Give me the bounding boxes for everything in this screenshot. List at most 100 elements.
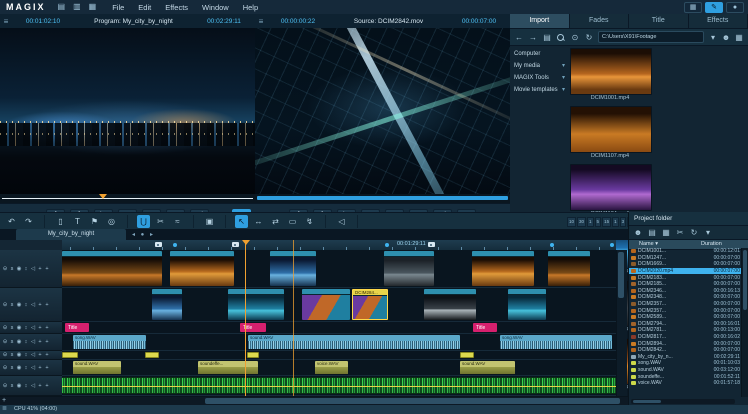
clip[interactable]: soundeffe... <box>198 361 258 374</box>
source-scrub-bar[interactable] <box>255 194 510 203</box>
automation-icon[interactable]: + <box>44 365 50 371</box>
automation-icon[interactable]: + <box>44 383 50 389</box>
help-icon[interactable]: ● <box>726 2 744 13</box>
menu-item-file[interactable]: File <box>112 3 124 12</box>
clip[interactable]: Title <box>240 323 266 332</box>
resize-icon[interactable]: ↕ <box>23 339 29 345</box>
new-folder-icon[interactable]: ▤ <box>647 228 657 237</box>
mute-icon[interactable]: ◁ <box>30 266 36 272</box>
clip[interactable] <box>460 352 474 358</box>
chapter-marker-icon[interactable] <box>385 243 389 247</box>
file-row[interactable]: sound.WAV00:03:12:00 <box>629 367 742 374</box>
movie-tab[interactable]: My_city_by_night <box>16 229 126 240</box>
zoom-preset[interactable]: 1 <box>612 217 619 227</box>
file-row[interactable]: DCIM2817...00:00:16:02 <box>629 334 742 341</box>
playhead[interactable] <box>245 240 246 396</box>
fx-icon[interactable]: + <box>37 339 43 345</box>
fx-icon[interactable]: + <box>37 352 43 358</box>
file-row[interactable]: DCIM2020.mp400:00:07:00 <box>629 268 742 275</box>
lock-icon[interactable]: ⊝ <box>2 339 8 345</box>
tree-view-icon[interactable]: ▤ <box>542 33 552 42</box>
resize-icon[interactable]: ↕ <box>23 302 29 308</box>
fade-curve-icon[interactable]: ≈ <box>171 215 184 228</box>
mute-icon[interactable]: ◁ <box>30 365 36 371</box>
tab-title[interactable]: Title <box>629 14 689 28</box>
file-row[interactable]: My_city_by_n...00:02:29:11 <box>629 354 742 361</box>
automation-icon[interactable]: + <box>44 266 50 272</box>
lock-icon[interactable]: ⊝ <box>2 365 8 371</box>
clip[interactable]: voice.WAV <box>315 361 348 374</box>
clip[interactable] <box>62 251 162 286</box>
lock-icon[interactable]: ⊝ <box>2 325 8 331</box>
resize-icon[interactable]: ↕ <box>23 325 29 331</box>
scroll-thumb[interactable] <box>618 252 624 298</box>
project-scrollbar[interactable] <box>741 248 748 397</box>
lock-icon[interactable]: ⊝ <box>2 302 8 308</box>
tab-import[interactable]: Import <box>510 14 570 28</box>
resize-icon[interactable]: ↕ <box>23 266 29 272</box>
swap-mode-icon[interactable]: ⇄ <box>269 215 282 228</box>
visibility-icon[interactable]: ◉ <box>16 302 22 308</box>
stretch-mode-icon[interactable]: ↔ <box>252 215 265 228</box>
tree-item-movie-templates[interactable]: Movie templates▾ <box>512 84 566 96</box>
scroll-thumb[interactable] <box>633 400 661 403</box>
solo-icon[interactable]: s <box>9 339 15 345</box>
clip[interactable]: Title <box>473 323 497 332</box>
solo-icon[interactable]: s <box>9 325 15 331</box>
cut-icon[interactable]: ✂ <box>675 228 685 237</box>
track-header[interactable]: ⊝s◉↕◁++ <box>0 351 62 360</box>
solo-icon[interactable]: s <box>9 365 15 371</box>
edit-mode-icon[interactable]: ✎ <box>705 2 723 13</box>
project-hscrollbar[interactable] <box>631 399 735 404</box>
clip[interactable]: sound.WAV <box>460 361 515 374</box>
import-icon[interactable]: ☻ <box>633 228 643 237</box>
undo-icon[interactable]: ↶ <box>5 215 18 228</box>
grid-view-icon[interactable]: ▦ <box>734 33 744 42</box>
file-row[interactable]: DCIM2894...00:00:07:00 <box>629 340 742 347</box>
chevron-down-icon[interactable]: ▾ <box>562 72 565 84</box>
zoom-preset[interactable]: 5 <box>595 217 602 227</box>
clip[interactable]: sound.WAV <box>248 335 460 349</box>
add-track-button[interactable]: + <box>2 397 6 404</box>
clip[interactable] <box>424 289 476 320</box>
visibility-icon[interactable]: ◉ <box>16 266 22 272</box>
scroll-thumb[interactable] <box>205 398 620 404</box>
clip[interactable] <box>170 251 234 286</box>
open-project-icon[interactable]: ▥ <box>71 2 83 12</box>
file-row[interactable]: DCIM1001...00:00:12:01 <box>629 248 742 255</box>
solo-icon[interactable]: s <box>9 352 15 358</box>
file-row[interactable]: voice.WAV00:01:57:18 <box>629 380 742 387</box>
track-header[interactable]: ⊝s◉↕◁++ <box>0 250 62 288</box>
redo-icon[interactable]: ↷ <box>22 215 35 228</box>
save-project-icon[interactable]: ▦ <box>87 2 99 12</box>
chapter-marker-icon[interactable] <box>173 243 177 247</box>
clip[interactable] <box>228 289 284 320</box>
range-mode-icon[interactable]: ▭ <box>286 215 299 228</box>
clip[interactable] <box>472 251 534 286</box>
visibility-icon[interactable]: ◉ <box>16 339 22 345</box>
program-scrub-bar[interactable] <box>0 194 255 203</box>
clip[interactable] <box>62 352 78 358</box>
delete-icon[interactable]: ▯ <box>54 215 67 228</box>
zoom-preset[interactable]: 1 <box>587 217 594 227</box>
solo-icon[interactable]: s <box>9 383 15 389</box>
clip[interactable] <box>548 251 590 286</box>
file-row[interactable]: DCIM2781...00:00:13:00 <box>629 327 742 334</box>
clip[interactable] <box>152 289 182 320</box>
mute-icon[interactable]: ◁ <box>30 302 36 308</box>
refresh-icon[interactable]: ↻ <box>689 228 699 237</box>
tree-item-my-media[interactable]: My media▾ <box>512 60 566 72</box>
resize-icon[interactable]: ↕ <box>23 383 29 389</box>
tree-item-magix-tools[interactable]: MAGIX Tools▾ <box>512 72 566 84</box>
automation-icon[interactable]: + <box>44 325 50 331</box>
search-icon[interactable] <box>556 33 566 42</box>
menu-item-help[interactable]: Help <box>243 3 258 12</box>
track-header[interactable]: ⊝s◉↕◁++ <box>0 360 62 376</box>
solo-icon[interactable]: s <box>9 302 15 308</box>
automation-icon[interactable]: + <box>44 302 50 308</box>
file-row[interactable]: DCIM2589...00:00:07:00 <box>629 314 742 321</box>
file-row[interactable]: DCIM2183...00:00:07:00 <box>629 274 742 281</box>
file-row[interactable]: DCIM1669...00:00:07:00 <box>629 261 742 268</box>
lock-icon[interactable]: ⊝ <box>2 266 8 272</box>
forward-icon[interactable]: → <box>528 33 538 42</box>
